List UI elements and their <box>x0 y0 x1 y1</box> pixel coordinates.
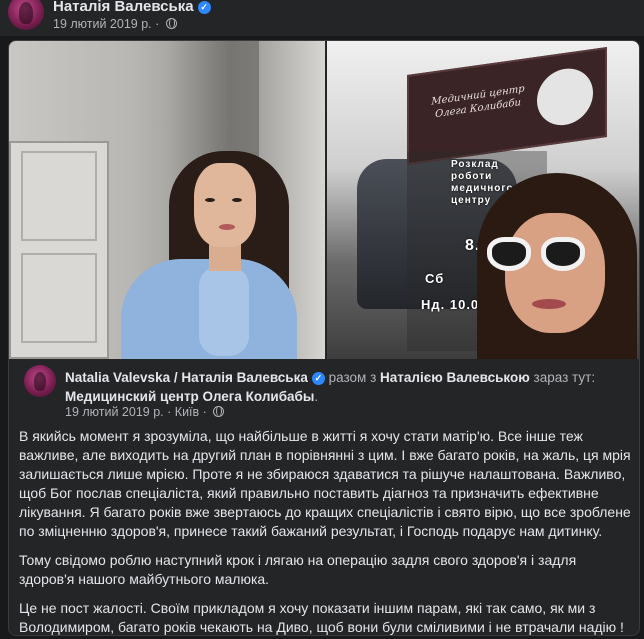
body-paragraph-3-text: Це не пост жалості. Своїм прикладом я хо… <box>19 600 624 635</box>
place-prefix: зараз тут: <box>533 370 596 385</box>
shared-author-avatar[interactable] <box>24 365 56 397</box>
shared-globe-icon[interactable] <box>213 406 225 417</box>
author-avatar[interactable] <box>8 0 44 30</box>
shared-author[interactable]: Natalia Valevska / Наталія Валевська <box>65 370 308 385</box>
author-name[interactable]: Наталія Валевська ✓ <box>53 0 211 15</box>
post-header: Наталія Валевська ✓ 19 лютий 2019 р. · <box>0 0 644 36</box>
shared-post-header: Natalia Valevska / Наталія Валевська ✓ ра… <box>9 359 639 419</box>
door-illustration <box>9 141 109 359</box>
shared-post-line: Natalia Valevska / Наталія Валевська ✓ ра… <box>65 368 625 406</box>
with-prefix: разом з <box>328 370 377 385</box>
author-name-text[interactable]: Наталія Валевська <box>53 0 194 15</box>
shared-separator-2: · <box>202 405 207 419</box>
body-paragraph-2: Тому свідомо роблю наступний крок і ляга… <box>19 552 577 587</box>
clinic-sign: Медичний центр Олега Колибаби <box>407 46 607 166</box>
meta-separator: · <box>155 17 160 31</box>
post-date[interactable]: 19 лютий 2019 р. <box>53 17 152 31</box>
post-body: В якийсь момент я зрозуміла, що найбільш… <box>19 427 631 635</box>
photo-left[interactable] <box>9 41 325 359</box>
clinic-logo-icon <box>537 64 593 129</box>
shared-location[interactable]: Київ <box>175 405 199 419</box>
shared-post-meta: 19 лютий 2019 р. · Київ · <box>65 405 225 419</box>
checkin-place[interactable]: Медицинский центр Олега Колибабы <box>65 389 314 404</box>
shared-date[interactable]: 19 лютий 2019 р. <box>65 405 164 419</box>
verified-badge-icon: ✓ <box>197 1 211 14</box>
shared-separator-1: · <box>167 405 172 419</box>
place-suffix: . <box>314 389 319 404</box>
post-meta: 19 лютий 2019 р. · <box>53 17 177 31</box>
sunglasses-left <box>487 237 531 271</box>
photo-right[interactable]: Медичний центр Олега Колибаби Розклад ро… <box>327 41 639 359</box>
body-paragraph-1: В якийсь момент я зрозуміла, що найбільш… <box>19 428 631 539</box>
shared-verified-icon: ✓ <box>311 372 325 385</box>
globe-icon[interactable] <box>165 18 177 29</box>
tagged-person[interactable]: Наталією Валевською <box>380 370 530 385</box>
sunglasses-right <box>541 237 585 271</box>
shared-post-card[interactable]: Медичний центр Олега Колибаби Розклад ро… <box>8 40 640 636</box>
body-paragraph-3: Це не пост жалості. Своїм прикладом я хо… <box>19 599 631 635</box>
hours-sat: Сб <box>425 271 445 286</box>
